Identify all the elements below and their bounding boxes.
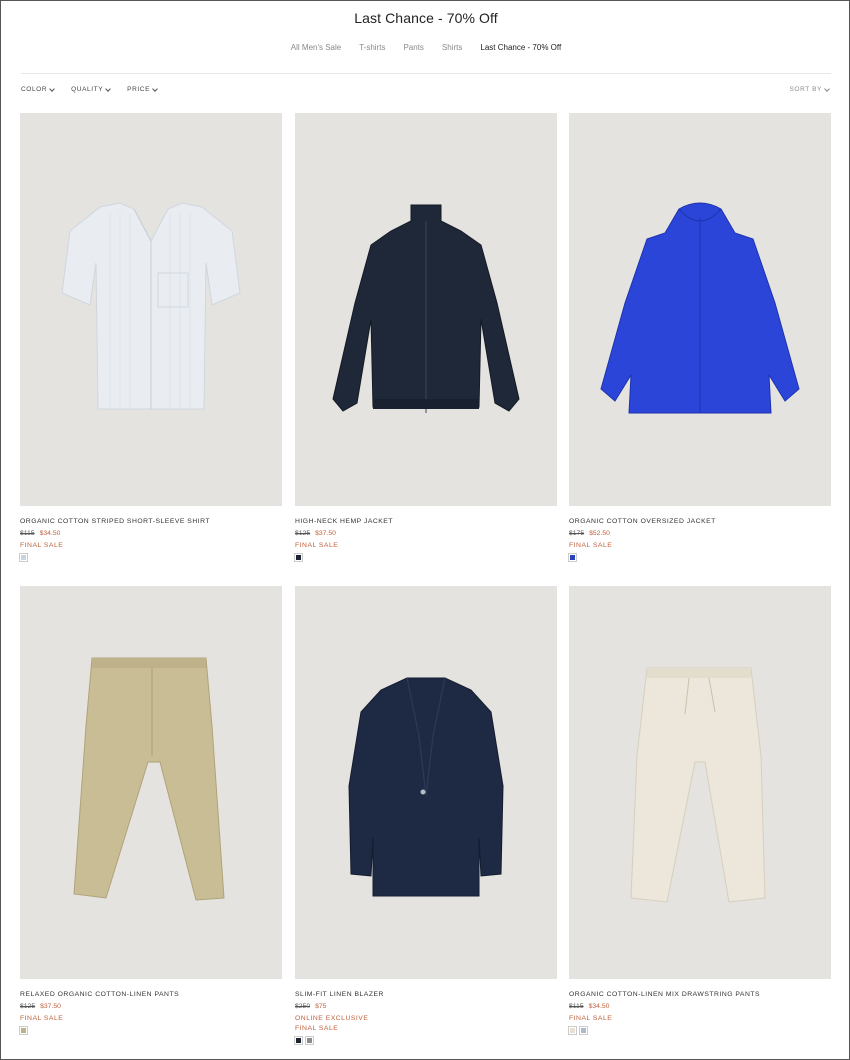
product-name[interactable]: ORGANIC COTTON-LINEN MIX DRAWSTRING PANT… bbox=[569, 991, 760, 998]
beige-pants-image bbox=[73, 657, 225, 901]
sort-by-label: SORT BY bbox=[789, 86, 822, 93]
sale-price: $75 bbox=[315, 1003, 327, 1010]
page-title: Last Chance - 70% Off bbox=[354, 10, 498, 26]
price-filter-label: PRICE bbox=[127, 86, 151, 93]
color-swatches bbox=[568, 553, 577, 562]
filter-bar: COLOR QUALITY PRICE bbox=[21, 85, 158, 93]
color-swatch[interactable] bbox=[19, 553, 28, 562]
hemp-jacket-image bbox=[332, 204, 520, 413]
color-swatch[interactable] bbox=[579, 1026, 588, 1035]
color-filter-label: COLOR bbox=[21, 86, 48, 93]
product-image[interactable] bbox=[20, 586, 282, 979]
nav-shirts[interactable]: Shirts bbox=[442, 43, 462, 52]
sale-price: $37.50 bbox=[40, 1003, 61, 1010]
color-swatch[interactable] bbox=[568, 1026, 577, 1035]
price-filter[interactable]: PRICE bbox=[127, 85, 158, 93]
original-price: $175 bbox=[569, 530, 585, 537]
sort-by-dropdown[interactable]: SORT BY bbox=[789, 85, 830, 93]
original-price: $125 bbox=[295, 530, 311, 537]
product-image[interactable] bbox=[20, 113, 282, 506]
product-name[interactable]: SLIM-FIT LINEN BLAZER bbox=[295, 991, 384, 998]
chevron-down-icon bbox=[49, 85, 55, 92]
online-exclusive-tag: ONLINE EXCLUSIVE bbox=[295, 1015, 369, 1022]
final-sale-tag: FINAL SALE bbox=[295, 542, 339, 549]
linen-blazer-image bbox=[348, 677, 504, 897]
blue-jacket-image bbox=[600, 202, 800, 414]
product-image[interactable] bbox=[569, 586, 831, 979]
color-swatches bbox=[19, 553, 28, 562]
page-frame: Last Chance - 70% Off All Men's Sale T-s… bbox=[0, 0, 850, 1060]
product-image[interactable] bbox=[569, 113, 831, 506]
striped-shirt-image bbox=[61, 202, 241, 410]
product-name[interactable]: HIGH-NECK HEMP JACKET bbox=[295, 518, 393, 525]
header-divider bbox=[21, 73, 831, 74]
quality-filter-label: QUALITY bbox=[71, 86, 104, 93]
chevron-down-icon bbox=[824, 85, 830, 92]
original-price: $250 bbox=[295, 1003, 311, 1010]
nav-pants[interactable]: Pants bbox=[403, 43, 423, 52]
product-price: $115 $34.50 bbox=[20, 530, 60, 537]
color-swatches bbox=[19, 1026, 28, 1035]
final-sale-tag: FINAL SALE bbox=[20, 1015, 64, 1022]
product-image[interactable] bbox=[295, 113, 557, 506]
drawstring-pants-image bbox=[630, 667, 766, 903]
category-nav: All Men's Sale T-shirts Pants Shirts Las… bbox=[1, 43, 850, 52]
chevron-down-icon bbox=[105, 85, 111, 92]
sale-price: $52.50 bbox=[589, 530, 610, 537]
final-sale-tag: FINAL SALE bbox=[569, 542, 613, 549]
color-swatches bbox=[568, 1026, 588, 1035]
product-name[interactable]: ORGANIC COTTON OVERSIZED JACKET bbox=[569, 518, 716, 525]
color-swatch[interactable] bbox=[568, 553, 577, 562]
chevron-down-icon bbox=[152, 85, 158, 92]
product-name[interactable]: ORGANIC COTTON STRIPED SHORT-SLEEVE SHIR… bbox=[20, 518, 210, 525]
product-price: $175 $52.50 bbox=[569, 530, 610, 537]
nav-all-mens-sale[interactable]: All Men's Sale bbox=[291, 43, 341, 52]
color-swatches bbox=[294, 553, 303, 562]
product-price: $115 $34.50 bbox=[569, 1003, 609, 1010]
color-swatch[interactable] bbox=[294, 1036, 303, 1045]
color-swatch[interactable] bbox=[305, 1036, 314, 1045]
quality-filter[interactable]: QUALITY bbox=[71, 85, 111, 93]
color-filter[interactable]: COLOR bbox=[21, 85, 55, 93]
color-swatch[interactable] bbox=[19, 1026, 28, 1035]
final-sale-tag: FINAL SALE bbox=[569, 1015, 613, 1022]
final-sale-tag: FINAL SALE bbox=[20, 542, 64, 549]
original-price: $115 bbox=[20, 530, 35, 537]
final-sale-tag: FINAL SALE bbox=[295, 1025, 339, 1032]
sale-price: $37.50 bbox=[315, 530, 336, 537]
nav-last-chance[interactable]: Last Chance - 70% Off bbox=[480, 43, 561, 52]
nav-t-shirts[interactable]: T-shirts bbox=[359, 43, 385, 52]
original-price: $115 bbox=[569, 1003, 584, 1010]
color-swatches bbox=[294, 1036, 314, 1045]
sale-price: $34.50 bbox=[588, 1003, 610, 1010]
product-image[interactable] bbox=[295, 586, 557, 979]
sale-price: $34.50 bbox=[39, 530, 61, 537]
product-price: $250 $75 bbox=[295, 1003, 326, 1010]
product-name[interactable]: RELAXED ORGANIC COTTON-LINEN PANTS bbox=[20, 991, 179, 998]
original-price: $125 bbox=[20, 1003, 36, 1010]
color-swatch[interactable] bbox=[294, 553, 303, 562]
product-price: $125 $37.50 bbox=[295, 530, 336, 537]
product-price: $125 $37.50 bbox=[20, 1003, 61, 1010]
